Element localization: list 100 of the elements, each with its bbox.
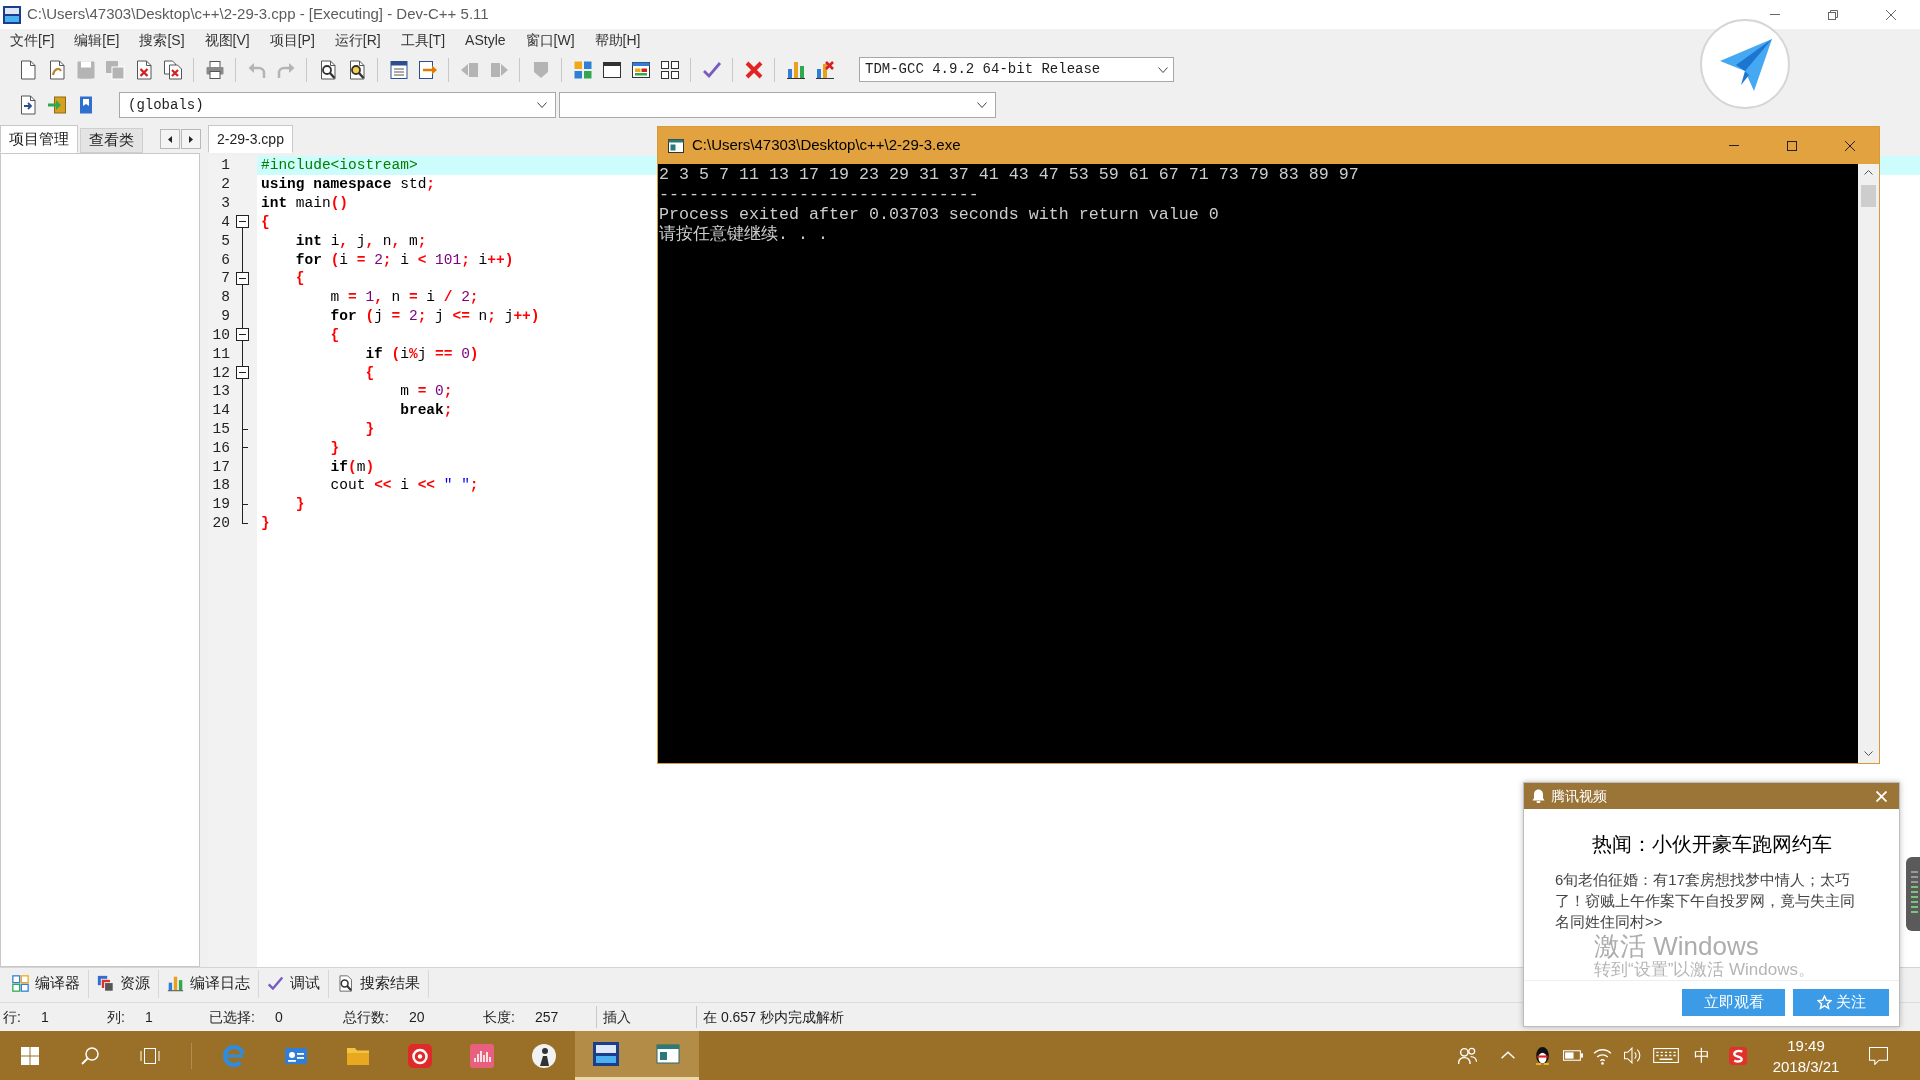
line-number: 9	[221, 307, 230, 326]
file-tab[interactable]: 2-29-3.cpp	[208, 125, 293, 153]
minus-box-icon[interactable]	[236, 366, 249, 380]
grid-icon[interactable]	[659, 59, 680, 80]
code-line: {	[364, 363, 375, 382]
list-panel-icon[interactable]	[388, 59, 409, 80]
minus-box-icon[interactable]	[236, 215, 249, 229]
panel-tab[interactable]: 编译器	[4, 969, 89, 998]
arrow-panel-icon[interactable]	[417, 59, 438, 80]
caret-up-icon	[1864, 170, 1873, 175]
app-tile-icon[interactable]	[593, 1042, 619, 1066]
battery-icon[interactable]	[1562, 1050, 1583, 1061]
message-icon[interactable]	[1868, 1046, 1888, 1065]
panel-tab[interactable]: 资源	[89, 969, 159, 998]
tab-scroll-right-button[interactable]	[181, 129, 201, 149]
minus-box-icon[interactable]	[236, 271, 249, 285]
compiler-dropdown[interactable]: TDM-GCC 4.9.2 64-bit Release	[859, 57, 1174, 82]
menu-item[interactable]: 搜索[S]	[129, 30, 195, 50]
line-number: 7	[221, 269, 230, 288]
color-grid-icon[interactable]	[572, 59, 593, 80]
line-number: 11	[212, 344, 230, 363]
code-line: break;	[399, 401, 453, 420]
keyboard-icon[interactable]	[1653, 1048, 1679, 1063]
minimize-icon	[1770, 14, 1780, 15]
code-line: if(m)	[329, 457, 375, 476]
search-icon[interactable]	[81, 1046, 99, 1065]
menu-item[interactable]: 运行[R]	[324, 30, 391, 50]
input-method-indicator[interactable]: 中	[1694, 1046, 1710, 1065]
chevron-down-icon	[977, 102, 987, 108]
chevron-up-icon[interactable]	[1501, 1051, 1515, 1060]
ring-tile-icon[interactable]	[408, 1043, 432, 1068]
caret-left-icon	[168, 135, 172, 143]
waveform-tile-icon[interactable]	[470, 1043, 494, 1068]
pages-x-icon[interactable]	[162, 59, 183, 80]
code-line: }	[261, 514, 270, 533]
taskbar-button[interactable]	[575, 1031, 637, 1080]
menu-item[interactable]: 文件[F]	[0, 30, 65, 50]
caret-down-icon	[1864, 751, 1873, 756]
menu-item[interactable]: 帮助[H]	[584, 30, 651, 50]
menu-item[interactable]: 编辑[E]	[64, 30, 130, 50]
menu-item[interactable]: 项目[P]	[259, 30, 325, 50]
wifi-icon[interactable]	[1593, 1046, 1612, 1065]
code-line: m = 1, n = i / 2;	[329, 288, 479, 307]
figure-circle-icon[interactable]	[532, 1043, 556, 1068]
taskbar-button[interactable]	[637, 1031, 699, 1080]
notification-body: 6旬老伯征婚：有17套房想找梦中情人；太巧了！窃贼上午作案下午自投罗网，竟与失主同名同姓住同村>>	[1555, 870, 1856, 932]
close-icon	[1845, 140, 1855, 151]
line-number: 20	[212, 514, 230, 533]
minus-box-icon[interactable]	[236, 328, 249, 342]
caret-right-icon	[189, 135, 193, 143]
line-number: 12	[212, 363, 230, 382]
line-number: 15	[212, 420, 230, 438]
line-number: 16	[212, 438, 230, 457]
clock-date[interactable]: 2018/3/21	[1772, 1055, 1840, 1077]
close-icon	[1886, 9, 1896, 20]
curve-tile-icon[interactable]	[1729, 1046, 1747, 1065]
printer-icon[interactable]	[204, 59, 225, 80]
stacked-squares-icon	[97, 975, 114, 992]
code-line: for (i = 2; i < 101; i++)	[294, 250, 514, 269]
volume-icon[interactable]	[1624, 1047, 1641, 1064]
panel-tab[interactable]: 调试	[259, 969, 329, 998]
arrow-into-box-icon[interactable]	[46, 95, 67, 115]
menu-item[interactable]: 工具[T]	[390, 30, 456, 50]
penguin-icon[interactable]	[1534, 1046, 1550, 1065]
code-line: m = 0;	[399, 382, 453, 401]
bar-chart-icon[interactable]	[785, 59, 806, 80]
menu-item[interactable]: 窗口[W]	[515, 30, 585, 50]
status-label: 长度:	[483, 1007, 515, 1027]
x-mark-icon[interactable]	[743, 59, 764, 80]
scrollbar[interactable]	[1858, 164, 1879, 763]
line-number: 4	[221, 212, 230, 231]
panel-tab[interactable]: 项目管理	[0, 125, 78, 153]
bird-logo-icon[interactable]	[1700, 19, 1790, 109]
menu-item[interactable]: AStyle	[455, 30, 516, 50]
status-label: 已选择:	[209, 1007, 255, 1027]
console-title: C:\Users\47303\Desktop\c++\2-29-3.exe	[692, 135, 961, 156]
panel-tab[interactable]: 编译日志	[159, 969, 259, 998]
window-icon[interactable]	[601, 59, 622, 80]
code-line: {	[329, 325, 340, 344]
color-window-icon[interactable]	[630, 59, 651, 80]
clock-time[interactable]: 19:49	[1787, 1034, 1825, 1056]
dropdown-field[interactable]	[559, 92, 996, 118]
activation-title: 激活 Windows	[1594, 932, 1759, 960]
bar-chart-x-icon[interactable]	[814, 59, 835, 80]
line-number: 3	[221, 194, 230, 213]
level-meter-icon[interactable]	[1906, 857, 1920, 931]
scope-dropdown[interactable]: (globals)	[119, 92, 556, 118]
panel-tab[interactable]: 搜索结果	[329, 969, 429, 998]
windows-logo-icon[interactable]	[21, 1046, 39, 1065]
maximize-icon	[1787, 140, 1797, 151]
people-icon[interactable]	[1457, 1047, 1477, 1064]
code-line: int main()	[261, 194, 349, 213]
close-icon[interactable]	[1876, 790, 1887, 802]
code-line: int i, j, n, m;	[294, 231, 427, 250]
task-view-icon[interactable]	[140, 1047, 160, 1064]
tab-scroll-left-button[interactable]	[160, 129, 180, 149]
code-line: }	[364, 420, 375, 438]
menu-item[interactable]: 视图[V]	[194, 30, 260, 50]
scrollbar-thumb[interactable]	[1861, 185, 1876, 207]
panel-tab[interactable]: 查看类	[80, 128, 143, 153]
